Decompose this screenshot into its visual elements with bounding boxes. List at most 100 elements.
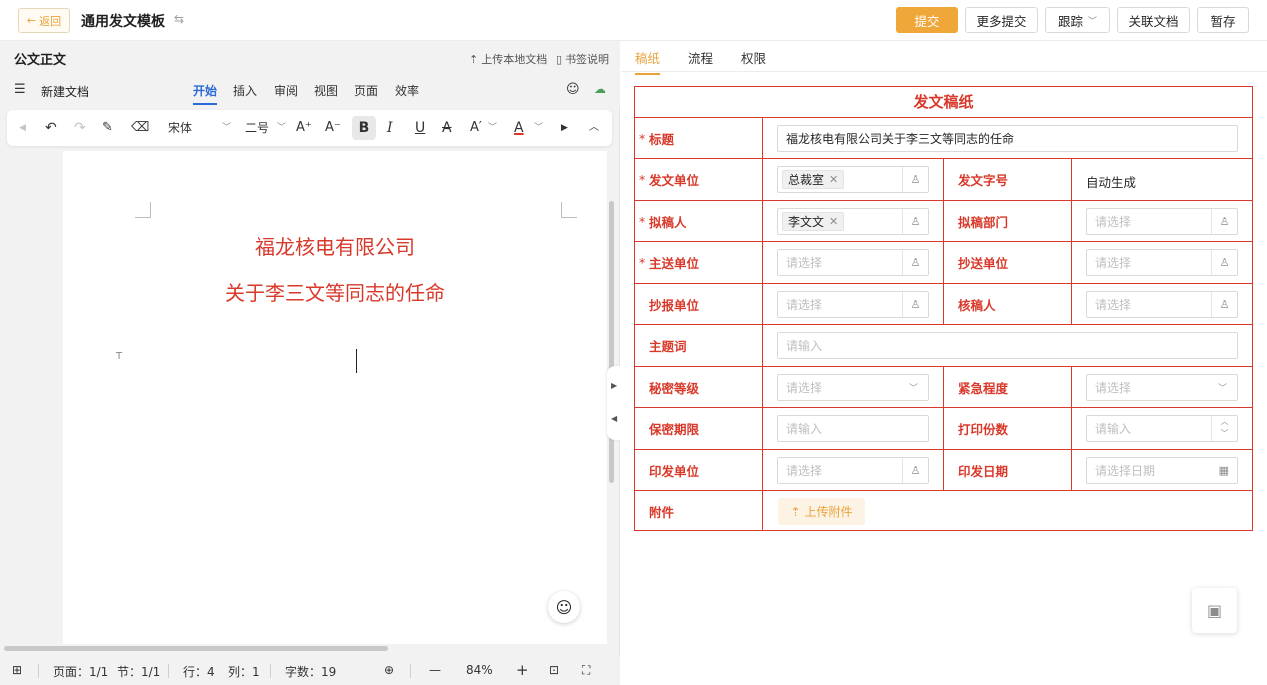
language-icon[interactable]: ⊕ (384, 663, 394, 677)
status-section: 节：1/1 (117, 665, 161, 679)
scroll-left-icon[interactable]: ◀ (19, 118, 26, 138)
italic-button[interactable]: I (387, 118, 393, 138)
report-to-picker[interactable]: 请选择 ♙ (777, 291, 929, 318)
margin-corner (135, 202, 151, 218)
ai-assistant-button[interactable]: ☺ (548, 591, 580, 623)
save-draft-button[interactable]: 暂存 (1197, 7, 1249, 33)
user-icon[interactable]: ♙ (902, 209, 928, 234)
draft-dept-picker[interactable]: 请选择 ♙ (1086, 208, 1238, 235)
fit-page-icon[interactable]: ⊡ (549, 663, 559, 677)
user-icon[interactable]: ♙ (902, 292, 928, 317)
user-icon[interactable]: ♙ (1211, 250, 1237, 275)
menu-tab-efficiency[interactable]: 效率 (395, 82, 419, 99)
tab-process[interactable]: 流程 (688, 48, 713, 67)
cell-divider (762, 284, 763, 324)
document-canvas[interactable]: 福龙核电有限公司 关于李三文等同志的任命 T (63, 151, 607, 644)
print-date-picker[interactable]: 请选择日期 ▦ (1086, 457, 1238, 484)
increase-font-icon[interactable]: A⁺ (296, 118, 312, 138)
expand-right-icon[interactable]: ▶ (611, 381, 617, 390)
panel-collapse-handle[interactable]: ▶ ◀ (607, 366, 621, 440)
close-icon[interactable]: ✕ (829, 215, 838, 228)
collapse-left-icon[interactable]: ◀ (611, 414, 617, 423)
bookmark-help-label: 书签说明 (565, 53, 610, 66)
doc-structure-icon[interactable]: ⊞ (12, 663, 22, 677)
zoom-in-icon[interactable]: + (516, 661, 529, 679)
undo-icon[interactable]: ↶ (45, 118, 57, 138)
user-icon[interactable]: ♙ (902, 458, 928, 483)
upload-local-link[interactable]: ⇡ 上传本地文档 (469, 51, 547, 67)
user-icon[interactable]: ♙ (1211, 209, 1237, 234)
drafter-picker[interactable]: 李文文 ✕ ♙ (777, 208, 929, 235)
track-button[interactable]: 跟踪 ﹀ (1045, 7, 1110, 33)
doc-name: 新建文档 (41, 85, 90, 99)
tab-draft-paper[interactable]: 稿纸 (635, 48, 661, 75)
bookmark-help-link[interactable]: ▯ 书签说明 (556, 51, 609, 67)
zoom-out-icon[interactable]: — (429, 663, 441, 677)
tab-permissions[interactable]: 权限 (741, 48, 766, 67)
stepper-arrows[interactable]: ︿ ﹀ (1211, 416, 1237, 441)
keywords-input[interactable]: 请输入 (777, 332, 1238, 359)
urgency-select[interactable]: 请选择 ﹀ (1086, 374, 1238, 401)
divider (410, 664, 411, 678)
secret-select[interactable]: 请选择 ﹀ (777, 374, 929, 401)
scroll-right-icon[interactable]: ▶ (561, 118, 568, 138)
underline-button[interactable]: U (415, 118, 425, 138)
font-family-select[interactable]: 宋体 (168, 118, 192, 138)
assistant-icon[interactable]: ☺ (566, 82, 580, 97)
eraser-icon[interactable]: ⌫ (131, 118, 149, 138)
close-icon[interactable]: ✕ (829, 173, 838, 186)
menu-tab-page[interactable]: 页面 (354, 82, 378, 99)
main-to-picker[interactable]: 请选择 ♙ (777, 249, 929, 276)
linked-docs-button[interactable]: 关联文档 (1117, 7, 1190, 33)
secret-period-input[interactable]: 请输入 (777, 415, 929, 442)
issuer-picker[interactable]: 总裁室 ✕ ♙ (777, 166, 929, 193)
hamburger-icon[interactable]: ☰ (14, 82, 26, 97)
chevron-down-icon: ﹀ (488, 123, 498, 133)
cell-divider (1071, 201, 1072, 241)
cell-divider (762, 201, 763, 241)
format-painter-icon[interactable]: ✎ (102, 118, 113, 138)
cc-picker[interactable]: 请选择 ♙ (1086, 249, 1238, 276)
copies-stepper[interactable]: 请输入 ︿ ﹀ (1086, 415, 1238, 442)
collapse-toolbar-icon[interactable]: ︿ (589, 118, 599, 138)
status-bar: ⊞ 页面：1/1 节：1/1 行：4 列：1 字数：19 ⊕ — 84% + ⊡… (0, 656, 620, 685)
strikethrough-button[interactable]: A (442, 118, 452, 138)
form-row-keywords: 主题词 请输入 (635, 325, 1252, 367)
font-size-select[interactable]: 二号 (245, 118, 269, 138)
zoom-level[interactable]: 84% (466, 663, 493, 677)
superscript-icon[interactable]: A′ (470, 118, 482, 138)
chevron-down-icon: ﹀ (534, 123, 544, 133)
print-date-label: 印发日期 (958, 463, 1009, 479)
verifier-picker[interactable]: 请选择 ♙ (1086, 291, 1238, 318)
back-button[interactable]: ← 返回 (18, 8, 70, 33)
user-icon[interactable]: ♙ (902, 250, 928, 275)
user-icon[interactable]: ♙ (902, 167, 928, 192)
chevron-down-icon: ﹀ (222, 123, 232, 133)
redo-icon[interactable]: ↷ (74, 118, 86, 138)
menu-tab-view[interactable]: 视图 (314, 82, 338, 99)
fullscreen-icon[interactable]: ⛶ (582, 663, 590, 678)
cell-divider (1071, 450, 1072, 490)
title-input[interactable]: 福龙核电有限公司关于李三文等同志的任命 (777, 125, 1238, 152)
horizontal-scrollbar[interactable] (4, 646, 388, 651)
switch-icon[interactable]: ⇆ (174, 12, 184, 26)
form-row-drafter: * 拟稿人 李文文 ✕ ♙ 拟稿部门 请选择 ♙ (635, 201, 1252, 242)
toolbox-button[interactable]: ▣ (1192, 588, 1237, 633)
cell-divider (943, 450, 944, 490)
decrease-font-icon[interactable]: A⁻ (325, 118, 341, 138)
font-color-icon[interactable]: A (514, 118, 524, 138)
vertical-scrollbar[interactable] (609, 201, 614, 483)
menu-tab-review[interactable]: 审阅 (274, 82, 298, 99)
form-row-recipients: * 主送单位 请选择 ♙ 抄送单位 请选择 ♙ (635, 242, 1252, 284)
submit-button[interactable]: 提交 (896, 7, 958, 33)
menu-tab-insert[interactable]: 插入 (233, 82, 257, 99)
print-unit-picker[interactable]: 请选择 ♙ (777, 457, 929, 484)
user-icon[interactable]: ♙ (1211, 292, 1237, 317)
bold-button[interactable]: B (352, 116, 376, 140)
menu-tab-start[interactable]: 开始 (193, 82, 218, 105)
document-panel-title: 公文正文 (14, 53, 67, 68)
upload-attachment-button[interactable]: ⇡ 上传附件 (778, 498, 865, 525)
more-submit-button[interactable]: 更多提交 (965, 7, 1038, 33)
text-marker-icon: T (116, 351, 123, 362)
cell-divider (943, 201, 944, 241)
